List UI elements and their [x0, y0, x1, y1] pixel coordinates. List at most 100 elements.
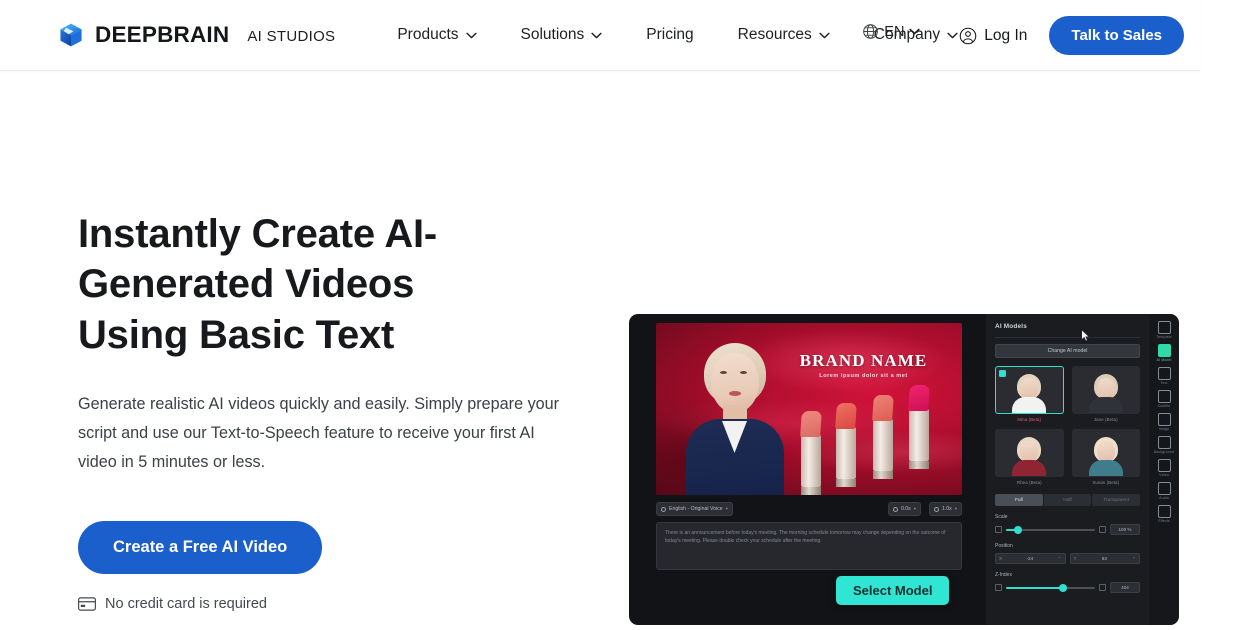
panel-divider	[995, 337, 1140, 338]
lipstick-item	[872, 395, 894, 479]
caret-down-icon: ▾	[954, 506, 957, 511]
position-label: Position	[995, 543, 1013, 549]
scale-min-icon	[995, 526, 1002, 533]
caret-down-icon: ▾	[913, 506, 916, 511]
header-actions: EN Log In Talk to Sales	[863, 0, 1200, 71]
nav-item-pricing[interactable]: Pricing	[646, 26, 693, 44]
position-x-key: X	[999, 556, 1003, 561]
panel-title: AI Models	[995, 323, 1027, 330]
nav-item-solutions[interactable]: Solutions	[521, 26, 603, 44]
audio-icon	[1157, 482, 1171, 495]
script-textarea[interactable]: There is an announcement before today's …	[656, 522, 962, 570]
position-control: X -24 ⌃ Y 63 ⌃	[995, 553, 1140, 564]
ai-model-thumbnail	[995, 429, 1064, 477]
subtitle-icon	[1157, 390, 1171, 403]
lipstick-item	[835, 403, 857, 487]
brand-logo[interactable]: DEEPBRAIN AI STUDIOS	[58, 22, 335, 48]
effects-icon	[1157, 505, 1171, 518]
zindex-value[interactable]: 404	[1110, 582, 1140, 593]
rail-item-image[interactable]: Image	[1152, 413, 1176, 431]
tab-full[interactable]: Full	[995, 494, 1043, 506]
template-icon	[1157, 321, 1171, 334]
model-crop-tabs: Full Half Transparent	[995, 494, 1141, 506]
ai-model-name: Susan (Beta)	[1092, 480, 1120, 485]
rail-item-ai-model[interactable]: AI Model	[1152, 344, 1176, 362]
speed-chip[interactable]: 1.0x ▾	[928, 502, 962, 516]
ai-model-name: Mina (Beta)	[1017, 417, 1042, 422]
ai-avatar-presenter	[678, 335, 796, 495]
thumb-body	[1088, 460, 1123, 476]
language-selector[interactable]: EN	[862, 23, 921, 40]
scale-slider[interactable]	[1006, 525, 1095, 534]
position-y-field[interactable]: Y 63 ⌃	[1069, 553, 1140, 564]
position-x-value: -24	[1026, 556, 1034, 561]
rail-item-subtitle[interactable]: Subtitle	[1152, 390, 1176, 408]
stage-brand-subtitle: Lorem ipsum dolor sit a met	[819, 373, 908, 379]
scale-label: Scale	[995, 514, 1008, 520]
credit-card-icon	[78, 596, 96, 611]
rail-label: Text	[1160, 381, 1168, 385]
nav-item-resources[interactable]: Resources	[738, 26, 830, 44]
video-preview-stage[interactable]: BRAND NAME Lorem ipsum dolor sit a met	[656, 323, 962, 495]
ai-model-card[interactable]: Susan (Beta)	[1071, 429, 1140, 485]
rail-label: AI Model	[1156, 358, 1172, 362]
login-button[interactable]: Log In	[959, 27, 1027, 45]
scale-control: 100 %	[995, 524, 1140, 535]
ai-model-name: Rhea (Beta)	[1016, 480, 1042, 485]
ai-model-card[interactable]: Mina (Beta)	[995, 366, 1064, 422]
talk-to-sales-button[interactable]: Talk to Sales	[1049, 16, 1184, 55]
zindex-slider[interactable]	[1006, 583, 1095, 592]
nav-item-products[interactable]: Products	[397, 26, 477, 44]
rail-item-audio[interactable]: Audio	[1152, 482, 1176, 500]
select-model-tooltip[interactable]: Select Model	[836, 576, 950, 605]
user-circle-icon	[960, 27, 977, 44]
chevron-down-icon	[819, 32, 830, 38]
create-free-ai-video-button[interactable]: Create a Free AI Video	[78, 520, 323, 574]
scale-value[interactable]: 100 %	[1110, 524, 1140, 535]
ai-model-card[interactable]: Rhea (Beta)	[995, 429, 1064, 485]
change-ai-model-button[interactable]: Change AI model	[995, 344, 1140, 358]
time-chip-label: 0.0s	[900, 506, 911, 512]
scale-max-icon	[1099, 526, 1106, 533]
lipstick-item	[800, 411, 822, 495]
page-title: Instantly Create AI-Generated Videos Usi…	[78, 212, 438, 357]
tab-transparent[interactable]: Transparent	[1092, 494, 1141, 506]
slider-knob[interactable]	[1058, 583, 1067, 592]
nav-label: Solutions	[520, 26, 585, 43]
caret-down-icon: ▾	[725, 506, 728, 511]
speed-icon	[933, 506, 939, 512]
tab-half[interactable]: Half	[1043, 494, 1092, 506]
position-x-field[interactable]: X -24 ⌃	[995, 553, 1066, 564]
spinner-icon: ⌃	[1132, 555, 1136, 561]
rail-label: Audio	[1159, 496, 1169, 500]
login-label: Log In	[984, 26, 1028, 44]
rail-item-background[interactable]: Background	[1152, 436, 1176, 454]
ai-model-card[interactable]: Jane (Beta)	[1071, 366, 1140, 422]
slider-fill	[1006, 586, 1062, 589]
time-chip[interactable]: 0.0s ▾	[887, 502, 921, 516]
stage-brand-title: BRAND NAME	[799, 351, 928, 370]
rail-item-video[interactable]: Video	[1152, 459, 1176, 477]
rail-label: Subtitle	[1157, 404, 1171, 408]
chevron-down-icon	[465, 32, 477, 38]
editor-main-area: BRAND NAME Lorem ipsum dolor sit a met E…	[629, 314, 1090, 625]
selected-checkbox-icon	[999, 370, 1006, 377]
thumb-body	[1088, 397, 1123, 413]
thumb-body	[1012, 397, 1047, 413]
brand-name: DEEPBRAIN	[95, 21, 230, 47]
no-credit-card-note: No credit card is required	[78, 596, 560, 612]
ai-model-thumbnail	[1071, 366, 1140, 414]
voice-language-chip[interactable]: English - Original Voice ▾	[656, 502, 733, 516]
product-screenshot: BRAND NAME Lorem ipsum dolor sit a met E…	[629, 314, 1179, 625]
avatar-face	[711, 353, 759, 413]
voice-icon	[661, 506, 666, 512]
rail-item-template[interactable]: Template	[1152, 321, 1176, 339]
spinner-icon: ⌃	[1057, 555, 1062, 561]
ai-model-thumbnail	[995, 366, 1064, 414]
slider-knob[interactable]	[1014, 525, 1022, 534]
rail-label: Effects	[1158, 519, 1170, 523]
speed-chip-label: 1.0x	[941, 506, 952, 512]
lipstick-products	[799, 385, 954, 495]
rail-item-effects[interactable]: Effects	[1152, 505, 1176, 523]
rail-item-text[interactable]: Text	[1152, 367, 1176, 385]
